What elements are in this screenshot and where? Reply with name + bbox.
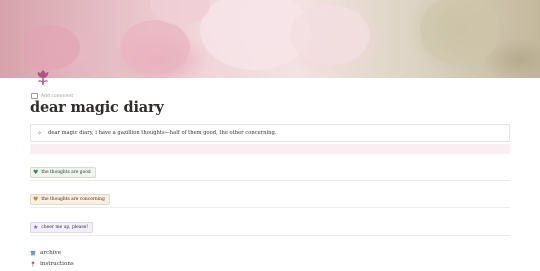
thoughts-concerning-button[interactable]: ♥ the thoughts are concerning bbox=[30, 194, 110, 205]
callout-text: dear magic diary, i have a gazillion tho… bbox=[48, 130, 277, 136]
flower-icon bbox=[31, 261, 35, 267]
divider bbox=[30, 235, 510, 236]
thoughts-concerning-label: the thoughts are concerning bbox=[41, 197, 105, 202]
star-icon: ★ bbox=[33, 223, 39, 231]
archive-box-icon bbox=[30, 250, 36, 256]
heart-icon: ♥ bbox=[33, 195, 39, 203]
thoughts-good-button[interactable]: ♥ the thoughts are good bbox=[30, 167, 96, 178]
cover-image bbox=[0, 0, 540, 78]
thoughts-good-label: the thoughts are good bbox=[41, 170, 91, 175]
divider bbox=[30, 207, 510, 208]
instructions-link[interactable]: instructions bbox=[30, 261, 74, 267]
add-comment-label: Add comment bbox=[41, 93, 74, 99]
tulip-icon[interactable] bbox=[34, 68, 52, 86]
callout-band bbox=[30, 144, 510, 154]
instructions-label: instructions bbox=[40, 261, 74, 267]
heart-icon: ♥ bbox=[33, 168, 39, 176]
cheer-me-up-button[interactable]: ★ cheer me up, please! bbox=[30, 222, 94, 233]
cheer-me-up-label: cheer me up, please! bbox=[41, 225, 89, 230]
intro-callout: ✧ dear magic diary, i have a gazillion t… bbox=[30, 124, 510, 142]
archive-label: archive bbox=[40, 250, 62, 256]
page-title: dear magic diary bbox=[30, 99, 164, 116]
divider bbox=[30, 180, 510, 181]
archive-link[interactable]: archive bbox=[30, 250, 61, 256]
sparkle-icon: ✧ bbox=[37, 129, 43, 137]
